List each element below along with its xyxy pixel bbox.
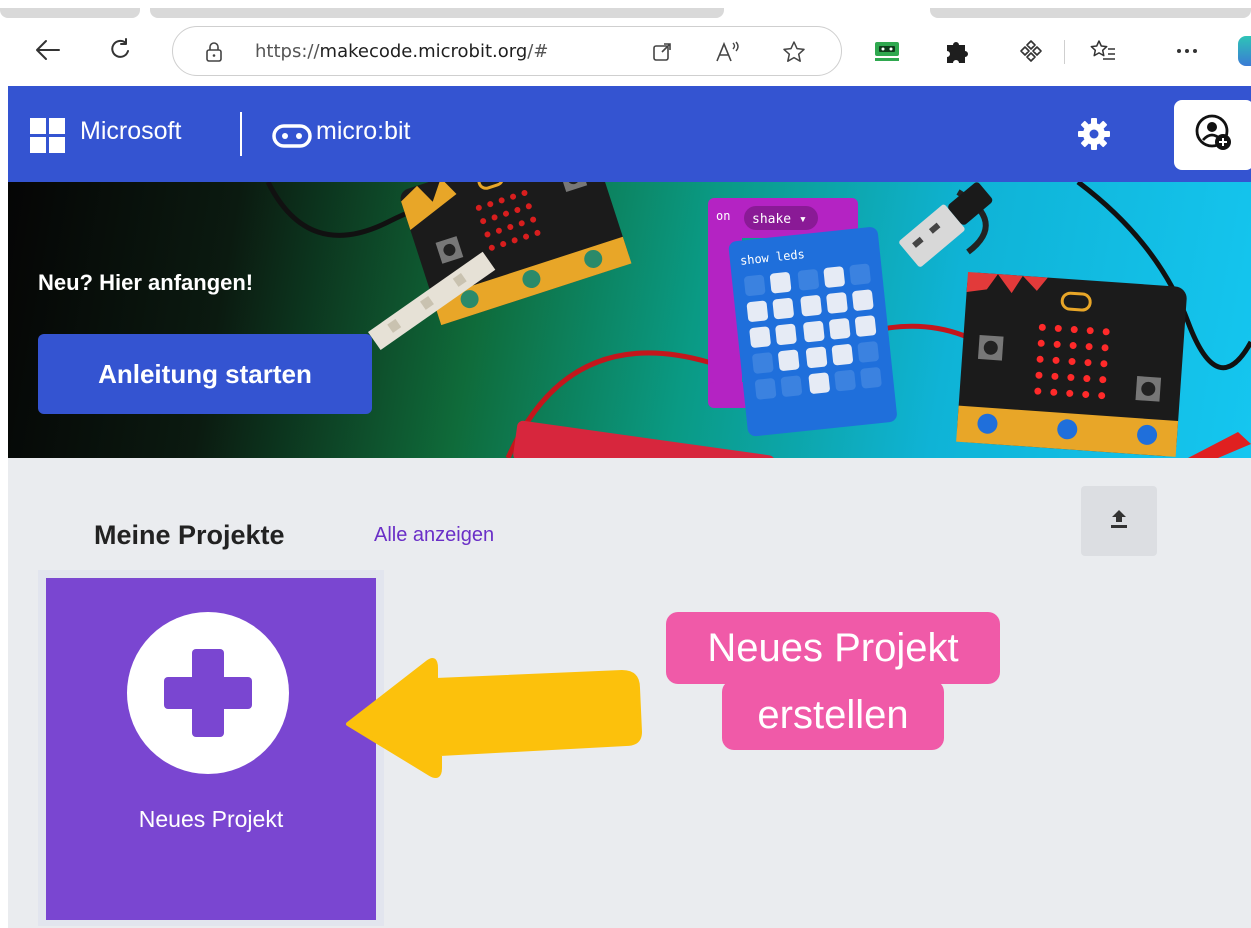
microsoft-logo-icon[interactable]	[30, 118, 66, 154]
browser-tab-strip	[0, 0, 1251, 18]
new-project-label: Neues Projekt	[138, 806, 284, 832]
browser-tab[interactable]	[930, 8, 1251, 18]
back-icon[interactable]	[30, 32, 66, 68]
import-upload-icon	[1107, 507, 1131, 536]
lock-icon[interactable]	[199, 37, 229, 67]
see-all-link[interactable]: Alle anzeigen	[374, 524, 494, 547]
toolbar-divider	[1064, 40, 1065, 64]
copilot-sidebar-icon[interactable]	[1238, 36, 1251, 66]
annotation-callout-line1: Neues Projekt	[666, 612, 1000, 684]
browser-toolbar: https://makecode.microbit.org/#	[0, 18, 1251, 86]
settings-gear-icon[interactable]	[1076, 116, 1112, 157]
my-projects-heading: Meine Projekte	[94, 520, 285, 550]
microbit-brand[interactable]: micro:bit	[316, 117, 410, 146]
microsoft-brand[interactable]: Microsoft	[80, 117, 181, 146]
open-app-icon[interactable]	[647, 37, 677, 67]
pointer-arrow-icon	[346, 658, 642, 778]
hero-title: Neu? Hier anfangen!	[38, 270, 254, 295]
favorite-icon[interactable]	[779, 37, 809, 67]
extension-app-icon[interactable]	[870, 34, 904, 68]
microbit-logo-icon[interactable]	[272, 124, 312, 153]
import-button[interactable]	[1081, 486, 1157, 556]
url-text[interactable]: https://makecode.microbit.org/#	[255, 41, 548, 62]
plus-icon	[127, 612, 289, 774]
hero-illustration: on shake ▾ show leds	[265, 182, 1251, 458]
user-account-icon	[1194, 113, 1234, 158]
start-tutorial-button[interactable]: Anleitung starten	[38, 334, 372, 414]
refresh-icon[interactable]	[102, 32, 138, 68]
favorites-list-icon[interactable]	[1086, 34, 1120, 68]
header-divider	[240, 112, 242, 156]
read-aloud-icon[interactable]	[713, 37, 743, 67]
annotation-callout-line2: erstellen	[722, 680, 944, 750]
new-project-card-frame: Neues Projekt	[38, 570, 384, 926]
copilot-icon[interactable]	[1014, 34, 1048, 68]
svg-text:shake ▾: shake ▾	[752, 212, 807, 227]
browser-tab[interactable]	[0, 8, 140, 18]
user-account-button[interactable]	[1174, 100, 1251, 170]
address-bar[interactable]: https://makecode.microbit.org/#	[172, 26, 842, 76]
app-header: Microsoft micro:bit	[8, 86, 1251, 182]
hero-banner: on shake ▾ show leds Neu? Hier anfangen!…	[8, 182, 1251, 458]
puzzle-extensions-icon[interactable]	[940, 34, 974, 68]
browser-tab[interactable]	[150, 8, 724, 18]
more-icon[interactable]	[1170, 34, 1204, 68]
svg-text:on: on	[716, 209, 730, 223]
new-project-card[interactable]: Neues Projekt	[46, 578, 376, 920]
